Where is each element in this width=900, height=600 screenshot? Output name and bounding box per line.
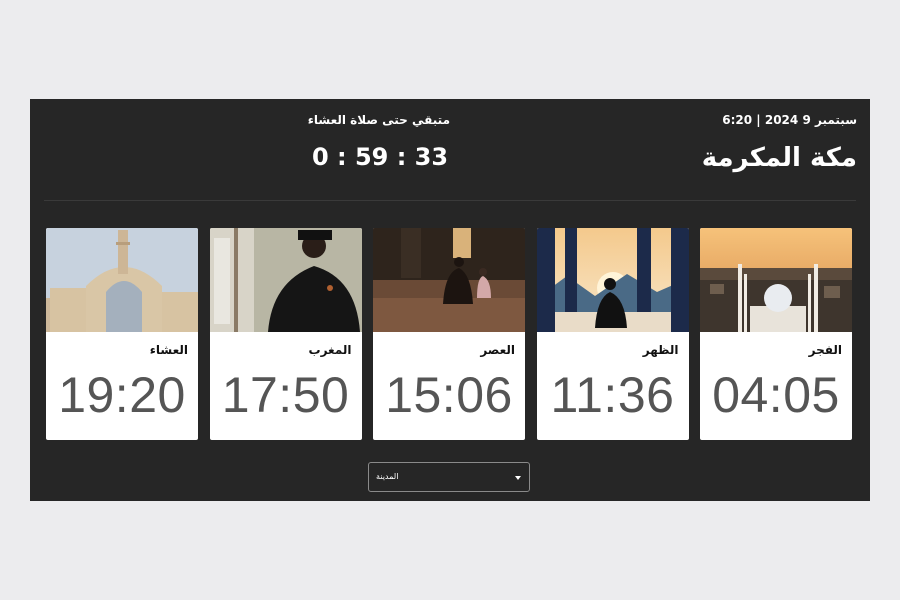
prayer-name: المغرب	[308, 343, 352, 357]
city-select[interactable]: المدينة	[368, 462, 530, 492]
remaining-label: متبقي حتى صلاة العشاء	[307, 113, 450, 127]
prayer-name: الفجر	[808, 343, 842, 357]
person-praying-sunset-image	[536, 228, 689, 332]
prayer-time: 19:20	[58, 367, 186, 423]
prayer-card-isha: العشاء 19:20	[46, 228, 198, 440]
prayer-time: 11:36	[550, 367, 675, 423]
prayer-card-dhuhr: الظهر 11:36	[536, 228, 689, 440]
countdown-header: متبقي حتى صلاة العشاء 0 : 59 : 33	[307, 113, 450, 171]
city-select-value: المدينة	[376, 472, 399, 481]
prayer-time: 15:06	[385, 367, 513, 423]
chevron-down-icon	[515, 476, 521, 480]
man-at-window-image	[209, 228, 362, 332]
prayer-card-asr: العصر 15:06	[373, 228, 525, 440]
prayer-name: العشاء	[149, 343, 188, 357]
prayer-card-fajr: الفجر 04:05	[700, 228, 852, 440]
countdown-timer: 0 : 59 : 33	[311, 143, 449, 171]
prayer-time: 17:50	[221, 367, 350, 423]
date-time-label: سبتمبر 9 2024 | 6:20	[722, 113, 857, 127]
prayer-card-maghrib: المغرب 17:50	[209, 228, 362, 440]
prayer-name: العصر	[480, 343, 515, 357]
father-child-praying-image	[373, 228, 525, 332]
mosque-arch-image	[46, 228, 198, 332]
header-divider	[44, 200, 856, 201]
prayer-cards: الفجر 04:05 الظهر 11:36 العصر 15:06 المغ…	[46, 228, 852, 440]
mosque-dome-aerial-image	[700, 228, 852, 332]
prayer-name: الظهر	[642, 343, 679, 357]
prayer-time: 04:05	[712, 367, 840, 423]
location-header: سبتمبر 9 2024 | 6:20 مكة المكرمة	[617, 113, 857, 173]
prayer-times-panel: سبتمبر 9 2024 | 6:20 مكة المكرمة متبقي ح…	[30, 99, 870, 501]
city-title: مكة المكرمة	[701, 143, 857, 173]
